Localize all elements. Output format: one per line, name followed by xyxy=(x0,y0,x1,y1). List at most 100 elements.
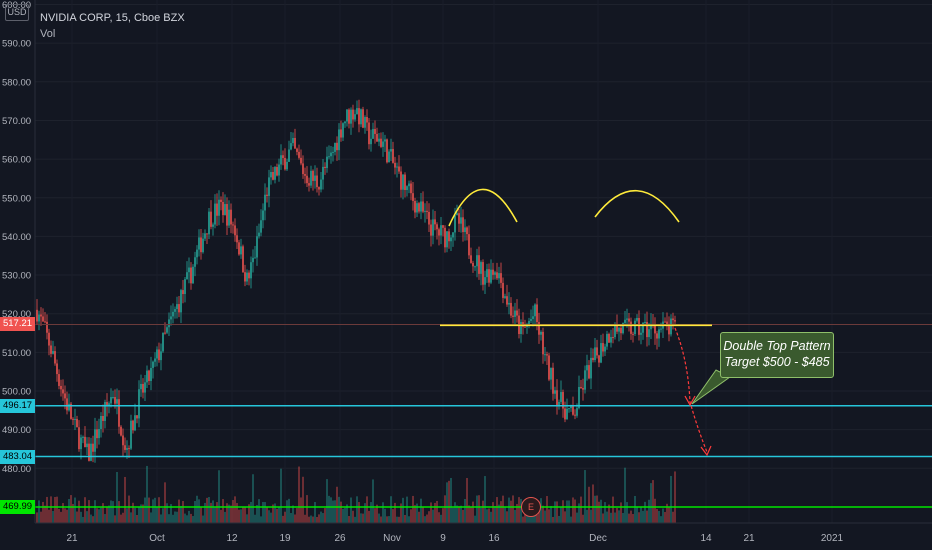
second-top-arc[interactable] xyxy=(594,189,680,223)
volume-bar xyxy=(302,476,304,523)
volume-bar xyxy=(460,505,462,523)
time-tick-label: 21 xyxy=(743,533,755,544)
volume-bar xyxy=(322,513,324,523)
volume-bar xyxy=(422,507,424,523)
volume-bar xyxy=(664,512,666,523)
candle-body xyxy=(314,175,316,181)
volume-bar xyxy=(504,507,506,523)
volume-bar xyxy=(230,505,232,523)
candle-body xyxy=(142,383,144,393)
candle-body xyxy=(80,437,82,450)
candle-body xyxy=(640,332,642,335)
candle-body xyxy=(56,363,58,375)
volume-bar xyxy=(584,470,586,523)
candle-body xyxy=(492,269,494,275)
volume-bar xyxy=(342,508,344,523)
candle-body xyxy=(312,170,314,181)
candle-body xyxy=(46,321,48,333)
volume-bar xyxy=(64,508,66,523)
candle-body xyxy=(336,142,338,151)
volume-bar xyxy=(618,510,620,523)
volume-bar xyxy=(424,516,426,523)
volume-bar xyxy=(150,512,152,523)
candle-body xyxy=(524,326,526,328)
candle-body xyxy=(418,203,420,212)
candle-body xyxy=(50,345,52,354)
volume-bar xyxy=(330,497,332,523)
volume-bar xyxy=(328,495,330,523)
volume-bar xyxy=(84,497,86,523)
price-chart[interactable]: 600.00590.00580.00570.00560.00550.00540.… xyxy=(0,0,932,550)
candle-body xyxy=(674,320,676,322)
currency-badge[interactable]: USD xyxy=(5,4,29,21)
volume-bar xyxy=(200,507,202,523)
candle-body xyxy=(320,179,322,190)
candle-body xyxy=(504,296,506,298)
candle-body xyxy=(184,279,186,295)
volume-bar xyxy=(388,516,390,523)
candle-body xyxy=(560,392,562,402)
volume-indicator-label[interactable]: Vol xyxy=(40,26,185,42)
candle-body xyxy=(564,408,566,420)
price-tick-label: 500.00 xyxy=(2,387,31,398)
volume-bar xyxy=(318,514,320,523)
candle-body xyxy=(112,397,114,399)
candle-body xyxy=(258,232,260,237)
candle-body xyxy=(128,448,130,450)
volume-bar xyxy=(128,495,130,523)
volume-bar xyxy=(564,511,566,523)
candle-body xyxy=(302,163,304,175)
symbol-title[interactable]: NVIDIA CORP, 15, Cboe BZX xyxy=(40,10,185,26)
volume-bar xyxy=(252,474,254,523)
volume-bar xyxy=(634,495,636,523)
candle-body xyxy=(648,329,650,338)
candle-body xyxy=(180,290,182,313)
price-tag-469-99: 469.99 xyxy=(0,499,35,514)
candle-body xyxy=(164,332,166,334)
candle-body xyxy=(182,290,184,295)
candle-body xyxy=(536,304,538,323)
volume-bar xyxy=(218,470,220,523)
candle-body xyxy=(238,242,240,255)
candle-body xyxy=(456,213,458,216)
candle-body xyxy=(434,219,436,225)
volume-bar xyxy=(148,497,150,523)
price-tick-label: 590.00 xyxy=(2,39,31,50)
candle-body xyxy=(126,448,128,450)
volume-bar xyxy=(448,480,450,523)
volume-bar xyxy=(514,509,516,523)
candle-body xyxy=(206,233,208,235)
price-tick-label: 540.00 xyxy=(2,232,31,243)
candle-body xyxy=(556,390,558,406)
candle-body xyxy=(156,349,158,359)
volume-bar xyxy=(362,513,364,523)
candle-body xyxy=(242,246,244,273)
earnings-icon[interactable]: E xyxy=(521,497,541,517)
candle-body xyxy=(464,227,466,233)
volume-bar xyxy=(118,501,120,523)
candle-body xyxy=(380,138,382,147)
volume-bar xyxy=(536,514,538,523)
candle-body xyxy=(572,406,574,415)
volume-bar xyxy=(508,497,510,523)
volume-bar xyxy=(398,516,400,523)
volume-bar xyxy=(656,508,658,523)
pattern-drawings[interactable] xyxy=(440,188,731,457)
candle-body xyxy=(482,262,484,285)
volume-bar xyxy=(276,508,278,523)
volume-bar xyxy=(436,500,438,523)
candle-body xyxy=(196,249,198,258)
candle-body xyxy=(166,327,168,333)
candle-body xyxy=(554,390,556,394)
pattern-callout[interactable]: Double Top Pattern Target $500 - $485 xyxy=(720,332,834,378)
volume-bar xyxy=(430,502,432,523)
volume-bar xyxy=(518,497,520,523)
candle-body xyxy=(388,151,390,163)
volume-bar xyxy=(546,496,548,523)
candle-body xyxy=(224,204,226,216)
time-tick-label: Dec xyxy=(589,533,607,544)
volume-bar xyxy=(222,499,224,523)
candle-body xyxy=(344,121,346,124)
volume-bar xyxy=(60,511,62,523)
candle-body xyxy=(424,210,426,212)
